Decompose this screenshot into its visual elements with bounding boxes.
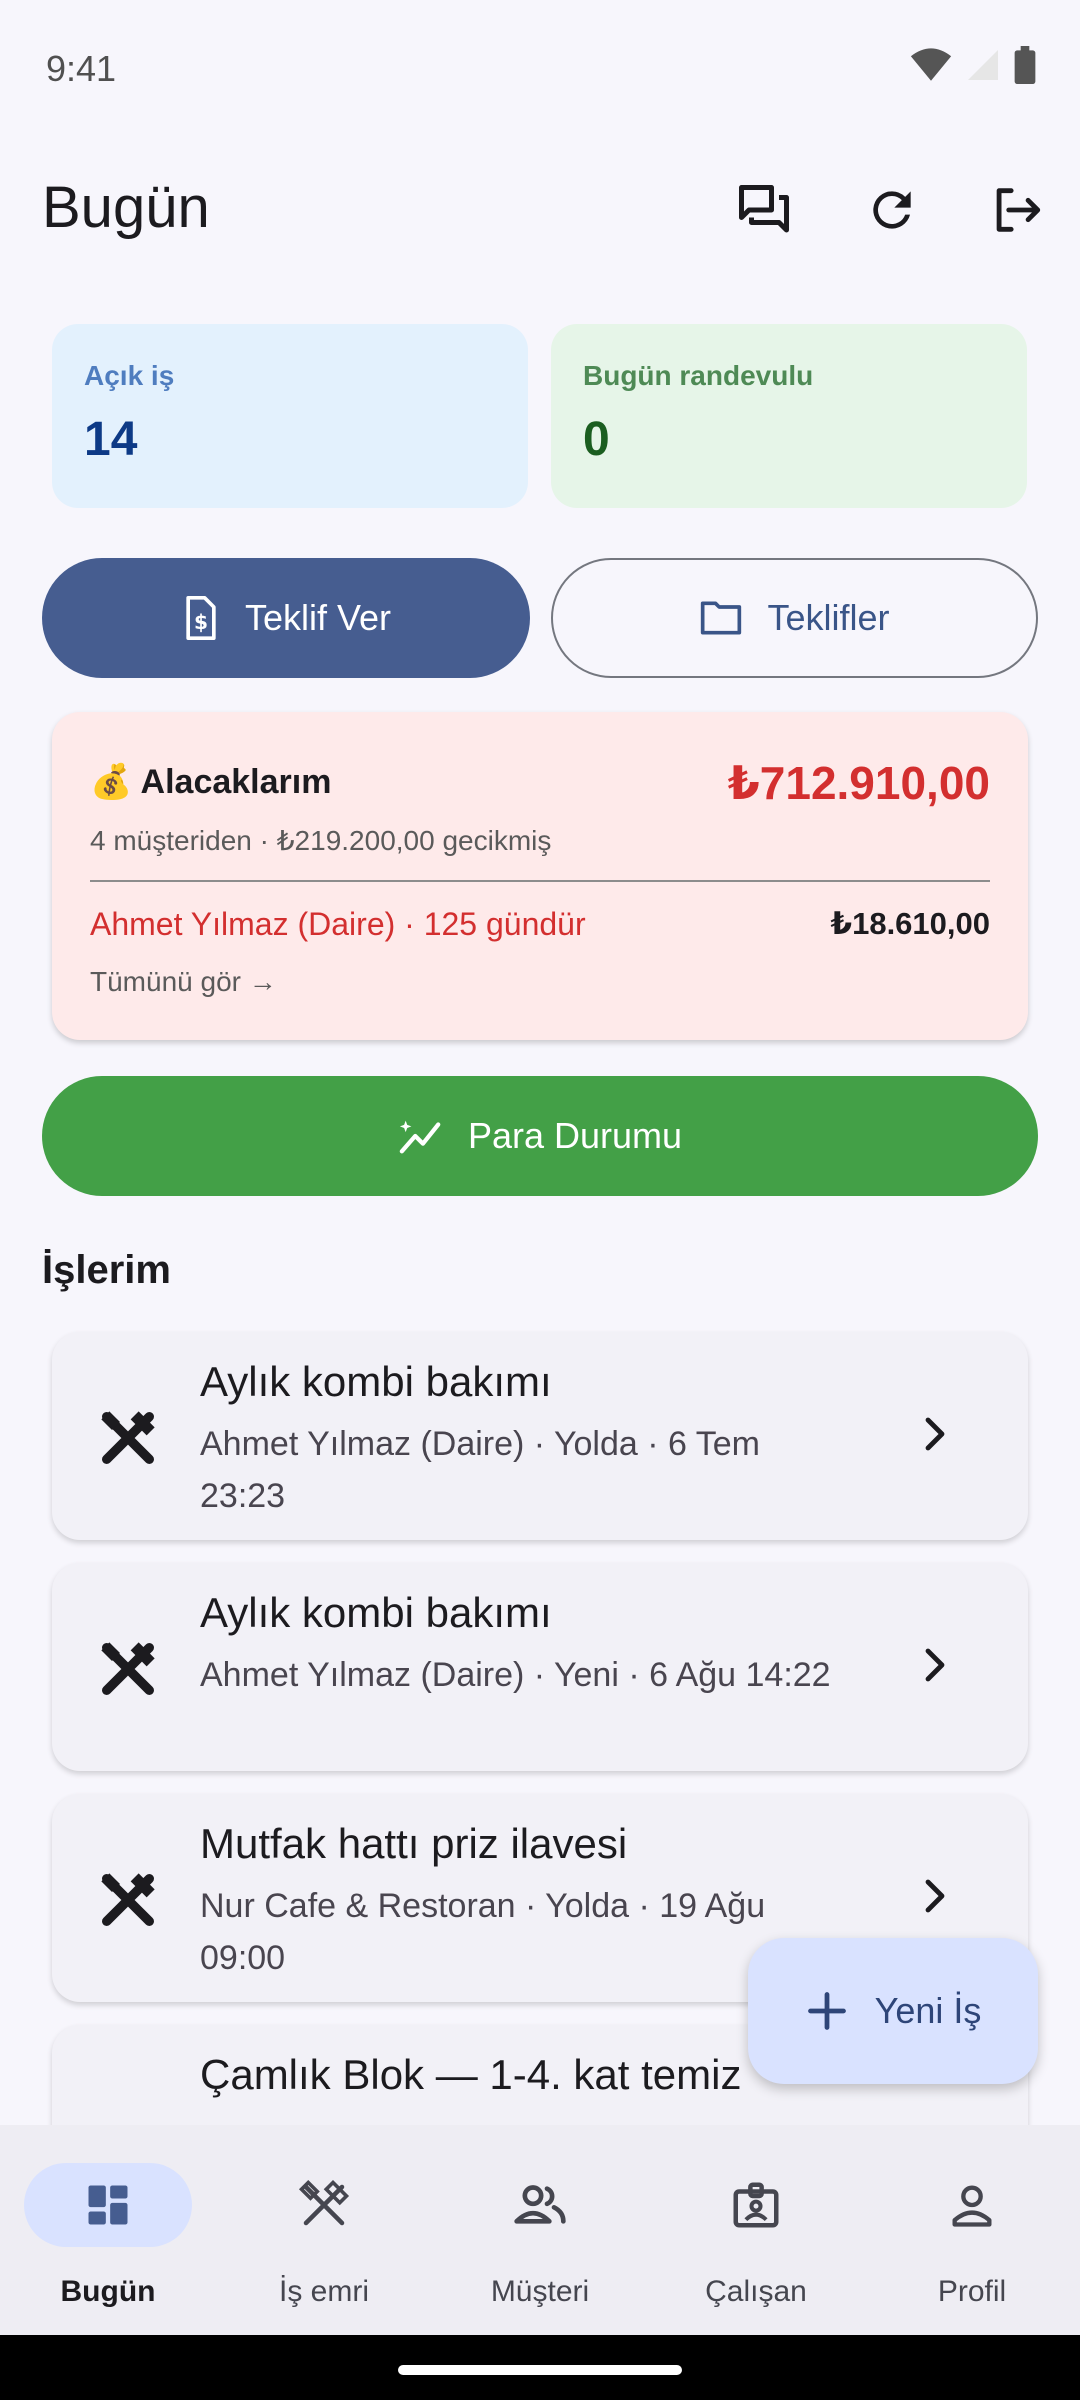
nav-label-work-orders: İş emri [279, 2275, 369, 2308]
receivables-title-text: Alacaklarım [140, 763, 332, 801]
nav-label-profile: Profil [937, 2275, 1007, 2308]
new-job-fab[interactable]: Yeni İş [748, 1938, 1038, 2084]
nav-label-today: Bugün [60, 2275, 156, 2308]
trend-chart-icon [399, 1120, 441, 1154]
dashboard-icon [88, 2185, 128, 2225]
logout-button[interactable] [978, 172, 1054, 248]
open-jobs-value: 14 [84, 413, 138, 466]
offers-label: Teklifler [767, 597, 890, 638]
document-money-icon: $ [186, 596, 216, 640]
person-icon [952, 2185, 992, 2227]
chevron-right-icon [925, 1417, 945, 1451]
gesture-handle[interactable] [398, 2365, 682, 2375]
logout-icon [996, 188, 1041, 232]
signal-icon [968, 50, 998, 80]
money-status-button[interactable]: Para Durumu [42, 1076, 1038, 1196]
bottom-navigation: Bugün İş emri Müşteri Çalışan Profil [0, 2125, 1080, 2335]
nav-selected-indicator [24, 2163, 192, 2247]
tools-icon [101, 1642, 155, 1695]
today-appointments-value: 0 [583, 413, 610, 466]
job-card[interactable]: Aylık kombi bakımı Ahmet Yılmaz (Daire) … [52, 1563, 1028, 1771]
nav-icon-wrap [456, 2163, 624, 2247]
receivables-card[interactable]: 💰 Alacaklarım ₺712.910,00 4 müşteriden ·… [52, 712, 1028, 1040]
job-title: Çamlık Blok — 1-4. kat temiz [200, 2051, 742, 2098]
refresh-icon [873, 191, 911, 229]
job-subtitle: Ahmet Yılmaz (Daire) · Yolda · 6 Tem 23:… [200, 1425, 760, 1515]
receivables-total: ₺712.910,00 [727, 757, 990, 809]
nav-icon-wrap [240, 2163, 408, 2247]
badge-icon [733, 2182, 779, 2228]
plus-icon [807, 1992, 846, 2030]
job-card[interactable]: Aylık kombi bakımı Ahmet Yılmaz (Daire) … [52, 1332, 1028, 1540]
chevron-right-icon [925, 1648, 945, 1682]
job-title: Mutfak hattı priz ilavesi [200, 1820, 628, 1867]
page-title: Bugün [42, 175, 210, 240]
tools-icon [298, 2179, 350, 2226]
status-icons [910, 46, 1036, 84]
wifi-icon [910, 48, 952, 81]
see-all-link[interactable]: Tümünü gör → [90, 966, 277, 998]
top-debtor: Ahmet Yılmaz (Daire) · 125 gündür [90, 906, 586, 942]
jobs-section-title: İşlerim [42, 1248, 171, 1292]
tools-icon [101, 1411, 155, 1464]
folder-icon [701, 601, 742, 635]
nav-icon-wrap [888, 2163, 1056, 2247]
open-jobs-label: Açık iş [84, 360, 175, 391]
nav-item-work-orders[interactable]: İş emri [216, 2125, 432, 2335]
status-time: 9:41 [46, 48, 117, 89]
nav-item-profile[interactable]: Profil [864, 2125, 1080, 2335]
battery-icon [1014, 46, 1036, 84]
nav-item-employees[interactable]: Çalışan [648, 2125, 864, 2335]
money-status-label: Para Durumu [467, 1115, 683, 1156]
today-appointments-label: Bugün randevulu [583, 360, 814, 391]
receivables-subtitle: 4 müşteriden · ₺219.200,00 gecikmiş [90, 825, 552, 856]
receivables-divider [90, 880, 990, 882]
money-bag-icon: 💰 [90, 763, 133, 801]
nav-label-customers: Müşteri [490, 2275, 590, 2308]
system-navigation-area [0, 2335, 1080, 2400]
tools-icon [101, 1873, 155, 1926]
new-job-label: Yeni İş [874, 1990, 982, 2031]
chat-icon [739, 185, 789, 233]
give-offer-label: Teklif Ver [244, 597, 392, 638]
job-subtitle: Ahmet Yılmaz (Daire) · Yeni · 6 Ağu 14:2… [200, 1656, 831, 1694]
messages-button[interactable] [726, 172, 802, 248]
job-title: Aylık kombi bakımı [200, 1358, 552, 1405]
nav-item-customers[interactable]: Müşteri [432, 2125, 648, 2335]
offers-button[interactable]: Teklifler [551, 558, 1038, 678]
open-jobs-card[interactable]: Açık iş 14 [52, 324, 528, 508]
job-title: Aylık kombi bakımı [200, 1589, 552, 1636]
chevron-right-icon [925, 1879, 945, 1913]
people-icon [514, 2185, 566, 2224]
nav-label-employees: Çalışan [705, 2275, 807, 2308]
refresh-button[interactable] [854, 172, 930, 248]
today-appointments-card[interactable]: Bugün randevulu 0 [551, 324, 1027, 508]
svg-text:$: $ [194, 610, 208, 634]
receivables-title: 💰 Alacaklarım [90, 762, 331, 802]
give-offer-button[interactable]: $ Teklif Ver [42, 558, 530, 678]
top-app-bar: Bugün [0, 160, 1080, 260]
top-debtor-amount: ₺18.610,00 [830, 906, 990, 941]
status-bar: 9:41 [0, 0, 1080, 130]
nav-icon-wrap [672, 2163, 840, 2247]
nav-item-today[interactable]: Bugün [0, 2125, 216, 2335]
